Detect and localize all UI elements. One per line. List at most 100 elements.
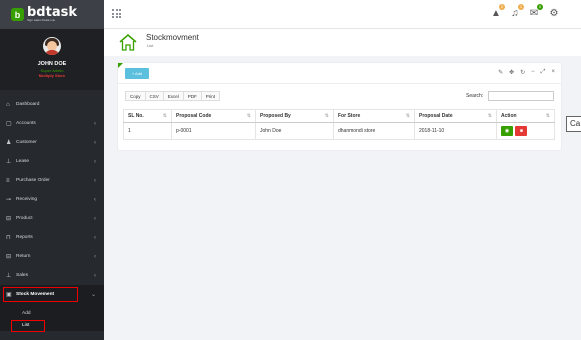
delete-button[interactable]: ■	[515, 126, 528, 136]
chevron-left-icon: ‹	[94, 215, 96, 222]
column-sl-no[interactable]: SL No. ⇅	[123, 109, 172, 123]
partial-button[interactable]: Ca	[566, 116, 581, 132]
warning-count-badge: 2	[499, 4, 505, 10]
search-input[interactable]	[488, 91, 554, 101]
sidebar-item-sales[interactable]: ⊥ Sales ‹	[0, 266, 104, 285]
user-shop: Multiply Store	[38, 73, 66, 78]
sidebar-item-label: Dashboard	[16, 102, 40, 107]
chevron-left-icon: ‹	[94, 139, 96, 146]
view-button[interactable]: ◉	[501, 126, 513, 136]
submenu-item-add[interactable]: Add	[0, 307, 104, 319]
user-icon: ♟	[6, 140, 12, 146]
highlight-box	[11, 320, 45, 332]
mail-count-badge: 0	[537, 4, 543, 10]
sidebar-item-label: Lease	[16, 159, 30, 164]
cell-action: ◉ ■	[496, 122, 555, 140]
export-buttons: Copy CSV Excel PDF Print	[125, 91, 221, 101]
sidebar-item-label: Accounts	[16, 121, 36, 126]
page-header: Stockmovment List	[104, 29, 581, 56]
divider	[118, 83, 561, 84]
sidebar-item-return[interactable]: ⊟ Return ‹	[0, 247, 104, 266]
submenu-item-label: Add	[22, 310, 31, 316]
breadcrumb: List	[147, 43, 154, 48]
sidebar-item-receiving[interactable]: ⊸ Receiving ‹	[0, 190, 104, 209]
sales-icon: ⊥	[6, 273, 12, 279]
column-for-store[interactable]: For Store ⇅	[333, 109, 415, 123]
highlight-box	[3, 287, 78, 302]
chevron-left-icon: ‹	[94, 234, 96, 241]
sidebar-item-reports[interactable]: ⊓ Reports ‹	[0, 228, 104, 247]
column-proposal-code[interactable]: Proposal Code ⇅	[171, 109, 256, 123]
cell-proposal-date: 2018-11-10	[414, 122, 497, 140]
chevron-left-icon: ‹	[94, 120, 96, 127]
avatar[interactable]	[43, 37, 61, 55]
proposal-table: SL No. ⇅ Proposal Code ⇅ Proposed By ⇅ For …	[123, 109, 555, 140]
sidebar-item-label: Reports	[16, 235, 33, 240]
refresh-icon[interactable]: ↻	[520, 69, 525, 76]
expand-icon[interactable]: ⤢	[541, 69, 546, 76]
chevron-left-icon: ‹	[94, 158, 96, 165]
list-icon: ≡	[6, 177, 10, 184]
sidebar-item-label: Customer	[16, 140, 37, 145]
column-proposed-by[interactable]: Proposed By ⇅	[255, 109, 334, 123]
chevron-left-icon: ‹	[94, 177, 96, 184]
cell-proposed-by: John Doe	[255, 122, 334, 140]
chevron-left-icon: ‹	[94, 272, 96, 279]
cell-for-store: dhanmondi store	[333, 122, 415, 140]
sidebar-item-label: Return	[16, 254, 31, 259]
warning-icon[interactable]: ▲ 2	[489, 4, 505, 21]
submenu-item-list[interactable]: List	[0, 319, 104, 332]
box-icon: ⊟	[6, 216, 12, 222]
truck-icon: ⊸	[6, 197, 12, 203]
cell-sl-no: 1	[123, 122, 172, 140]
trash-icon: ■	[519, 128, 523, 134]
column-proposal-date[interactable]: Proposal Date ⇅	[414, 109, 497, 123]
sidebar-item-label: Sales	[16, 273, 28, 278]
chevron-left-icon: ‹	[94, 253, 96, 260]
csv-button[interactable]: CSV	[144, 91, 164, 101]
return-icon: ⊟	[6, 254, 12, 260]
sidebar: b bdtask Sign sales Pedal one JOHN DOE S…	[0, 0, 104, 340]
panel-tools: ✎ ✥ ↻ − ⤢ ×	[498, 69, 555, 76]
bank-icon: ▢	[6, 121, 12, 127]
copy-button[interactable]: Copy	[125, 91, 146, 101]
table-header-row: SL No. ⇅ Proposal Code ⇅ Proposed By ⇅ For …	[123, 109, 555, 123]
logo-icon: b	[11, 8, 24, 21]
sidebar-item-customer[interactable]: ♟ Customer ‹	[0, 133, 104, 152]
sidebar-nav: ⌂ Dashboard ▢ Accounts ‹ ♟ Customer ‹ ⊥ …	[0, 95, 104, 332]
sidebar-item-product[interactable]: ⊟ Product ‹	[0, 209, 104, 228]
sidebar-item-label: Receiving	[16, 197, 38, 202]
content-panel: + Add ✎ ✥ ↻ − ⤢ × Copy CSV Excel PDF Pri…	[118, 63, 561, 150]
minimize-icon[interactable]: −	[531, 69, 535, 76]
mail-icon[interactable]: ✉ 0	[527, 4, 543, 21]
chevron-down-icon: ⌄	[90, 292, 96, 298]
add-button[interactable]: + Add	[125, 68, 149, 79]
user-name: JOHN DOE	[37, 61, 67, 67]
move-icon[interactable]: ✥	[509, 69, 514, 76]
pdf-button[interactable]: PDF	[182, 91, 202, 101]
apps-grid-icon[interactable]	[112, 9, 121, 18]
close-icon[interactable]: ×	[551, 69, 555, 76]
print-button[interactable]: Print	[200, 91, 221, 101]
gear-icon[interactable]: ⚙	[547, 7, 561, 21]
sidebar-item-dashboard[interactable]: ⌂ Dashboard	[0, 95, 104, 114]
sidebar-item-lease[interactable]: ⊥ Lease ‹	[0, 152, 104, 171]
sidebar-item-label: Purchase Order	[16, 178, 50, 183]
bell-icon[interactable]: ♫ 1	[508, 4, 524, 21]
sidebar-item-stock-movement[interactable]: ▣ Stock Movement ⌄	[0, 285, 104, 304]
sidebar-item-accounts[interactable]: ▢ Accounts ‹	[0, 114, 104, 133]
cart-icon: ⊥	[6, 159, 12, 165]
search-label: Search:	[466, 93, 484, 99]
user-profile: JOHN DOE Super Admin Multiply Store	[0, 29, 104, 90]
edit-icon[interactable]: ✎	[498, 69, 503, 76]
bell-count-badge: 1	[518, 4, 524, 10]
brand-logo[interactable]: b bdtask Sign sales Pedal one	[0, 0, 104, 29]
excel-button[interactable]: Excel	[162, 91, 184, 101]
column-action[interactable]: Action ⇅	[496, 109, 555, 123]
sidebar-item-purchase-order[interactable]: ≡ Purchase Order ‹	[0, 171, 104, 190]
table-row: 1 p-0001 John Doe dhanmondi store 2018-1…	[123, 122, 555, 140]
cell-proposal-code: p-0001	[171, 122, 256, 140]
stock-movement-submenu: Add List	[0, 304, 104, 332]
chevron-left-icon: ‹	[94, 196, 96, 203]
page-title: Stockmovment	[146, 33, 199, 42]
